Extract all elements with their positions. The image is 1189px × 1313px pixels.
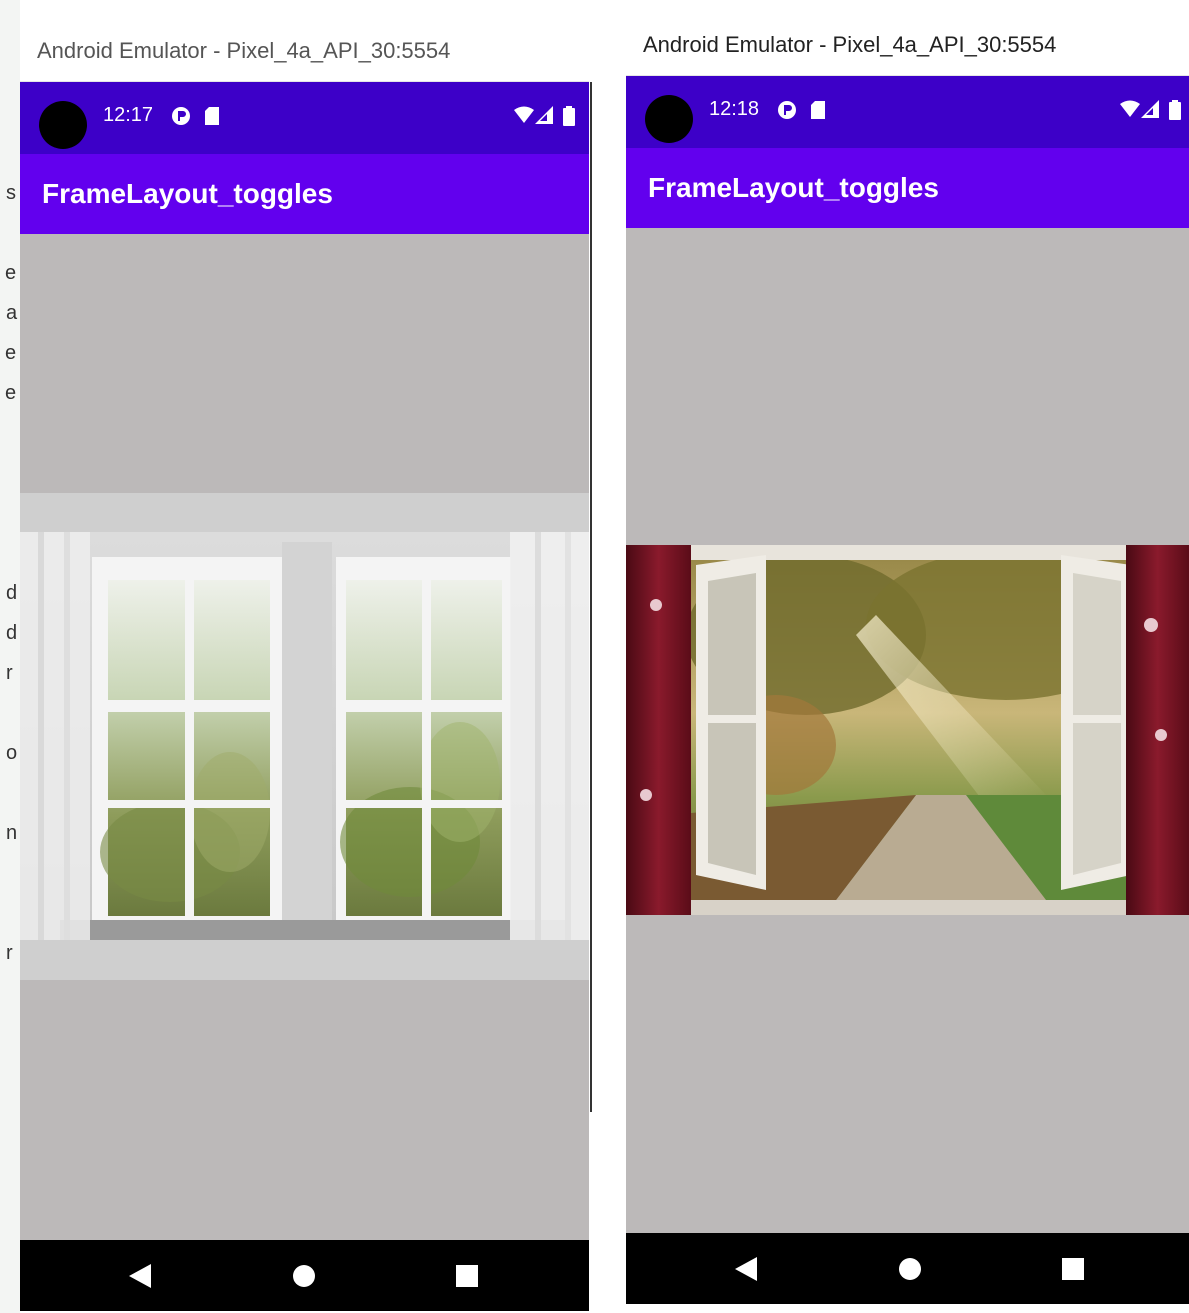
status-bar: 12:18 bbox=[626, 76, 1189, 148]
app-bar: FrameLayout_toggles bbox=[626, 148, 1189, 228]
back-triangle-icon[interactable] bbox=[129, 1263, 151, 1288]
white-window-with-curtains-icon bbox=[20, 532, 589, 940]
status-time: 12:17 bbox=[103, 104, 154, 126]
wifi-icon bbox=[1120, 100, 1140, 117]
navigation-bar bbox=[626, 1233, 1189, 1304]
background-ide-fragment: d bbox=[6, 582, 18, 604]
privacy-indicator-icon bbox=[172, 107, 190, 125]
background-gap-strip bbox=[590, 0, 626, 1313]
app-title: FrameLayout_toggles bbox=[648, 172, 939, 203]
app-bar: FrameLayout_toggles bbox=[20, 154, 589, 234]
frame-layout-content bbox=[626, 228, 1189, 1233]
camera-cutout-icon bbox=[39, 101, 87, 149]
background-ide-fragment: o bbox=[6, 742, 18, 764]
privacy-indicator-icon bbox=[778, 101, 796, 119]
battery-icon bbox=[1169, 100, 1181, 120]
background-ide-fragment: d bbox=[6, 622, 18, 644]
window-photo[interactable] bbox=[626, 545, 1189, 915]
background-ide-fragment: e bbox=[5, 382, 17, 404]
cell-signal-icon bbox=[535, 106, 553, 124]
cell-signal-icon bbox=[1141, 100, 1159, 118]
right-emulator-window: Android Emulator - Pixel_4a_API_30:5554 … bbox=[626, 14, 1189, 1304]
background-ide-fragment: n bbox=[6, 822, 18, 844]
window-titlebar[interactable]: Android Emulator - Pixel_4a_API_30:5554 bbox=[20, 20, 589, 82]
window-title: Android Emulator - Pixel_4a_API_30:5554 bbox=[643, 31, 1057, 57]
background-ide-fragment: r bbox=[6, 662, 13, 684]
background-ide-fragment: s bbox=[6, 182, 16, 204]
wifi-icon bbox=[514, 106, 534, 123]
battery-icon bbox=[563, 106, 575, 126]
status-time: 12:18 bbox=[709, 98, 760, 120]
home-circle-icon[interactable] bbox=[293, 1264, 315, 1287]
left-emulator-window: Android Emulator - Pixel_4a_API_30:5554 … bbox=[20, 20, 589, 1311]
open-window-forest-path-icon bbox=[626, 545, 1189, 915]
app-title: FrameLayout_toggles bbox=[42, 178, 333, 209]
frame-layout-content bbox=[20, 234, 589, 1240]
recents-square-icon[interactable] bbox=[456, 1264, 478, 1287]
camera-cutout-icon bbox=[645, 95, 693, 143]
recents-square-icon[interactable] bbox=[1062, 1257, 1084, 1280]
background-ide-fragment: r bbox=[6, 942, 13, 964]
window-titlebar[interactable]: Android Emulator - Pixel_4a_API_30:5554 bbox=[626, 14, 1189, 76]
background-ide-fragment: e bbox=[5, 262, 17, 284]
window-photo[interactable] bbox=[20, 532, 589, 940]
sd-card-icon bbox=[205, 107, 219, 125]
background-divider-line bbox=[590, 82, 592, 1112]
home-circle-icon[interactable] bbox=[899, 1257, 921, 1280]
navigation-bar bbox=[20, 1240, 589, 1311]
window-title: Android Emulator - Pixel_4a_API_30:5554 bbox=[37, 37, 451, 63]
sd-card-icon bbox=[811, 101, 825, 119]
background-ide-fragment: a bbox=[6, 302, 18, 324]
back-triangle-icon[interactable] bbox=[735, 1256, 757, 1281]
background-ide-fragment: e bbox=[5, 342, 17, 364]
status-bar: 12:17 bbox=[20, 82, 589, 154]
